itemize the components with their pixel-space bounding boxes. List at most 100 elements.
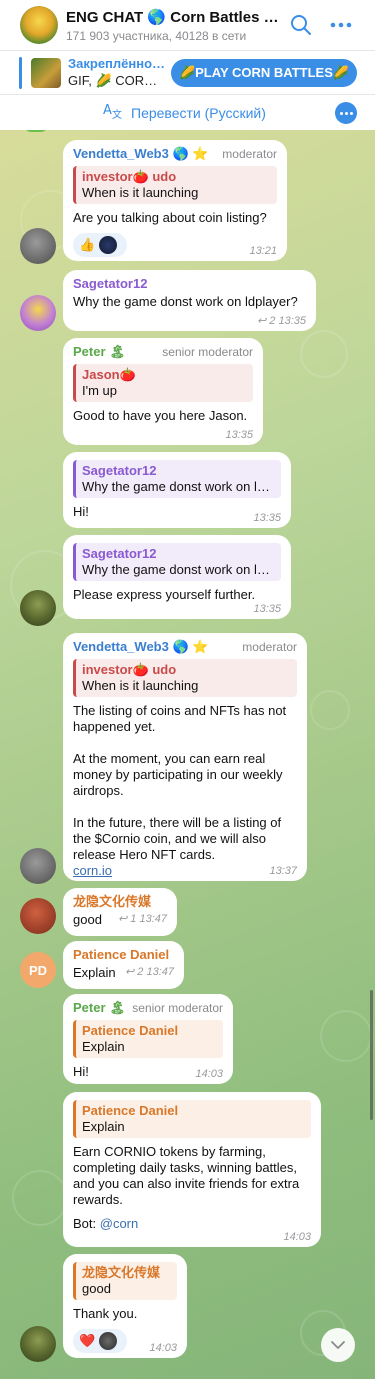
translate-bar[interactable]: A文 Перевести (Русский) bbox=[0, 94, 375, 130]
reaction-chip[interactable]: 👍 bbox=[73, 233, 127, 257]
reply-quote[interactable]: investor🍅 udo When is it launching bbox=[73, 659, 297, 697]
sender-role: senior moderator bbox=[132, 1001, 223, 1015]
message-bubble[interactable]: Patience Daniel Explain ↩ 2 13:47 bbox=[63, 941, 184, 989]
message-sender[interactable]: Patience Daniel bbox=[73, 947, 174, 963]
avatar[interactable] bbox=[20, 590, 56, 626]
reply-quote[interactable]: Patience Daniel Explain bbox=[73, 1100, 311, 1138]
reply-count-icon: ↩ bbox=[125, 966, 138, 978]
chat-avatar[interactable] bbox=[20, 6, 58, 44]
message-time: 14:03 bbox=[149, 1342, 177, 1354]
message-sender[interactable]: 龙隐文化传媒 bbox=[73, 894, 167, 910]
message-time: 13:35 bbox=[278, 315, 306, 327]
message-time: 14:03 bbox=[195, 1068, 223, 1080]
pinned-title: Закреплённое сообщение bbox=[68, 56, 166, 71]
reply-text: When is it launching bbox=[82, 678, 199, 693]
message-time: 13:47 bbox=[139, 913, 167, 925]
bot-label: Bot: bbox=[73, 1216, 100, 1231]
message-sender[interactable]: Sagetator12 bbox=[73, 276, 306, 292]
scroll-down-button[interactable] bbox=[321, 1328, 355, 1362]
avatar[interactable] bbox=[20, 848, 56, 884]
reply-quote[interactable]: Patience Daniel Explain bbox=[73, 1020, 223, 1058]
pinned-message[interactable]: Закреплённое сообщение GIF, 🌽 CORN BATTL… bbox=[0, 50, 375, 94]
message-time: 13:21 bbox=[249, 245, 277, 257]
translate-label: Перевести (Русский) bbox=[131, 104, 266, 121]
message-meta[interactable]: ↩ 1 13:47 bbox=[118, 912, 167, 925]
message-bubble[interactable]: Sagetator12 Why the game donst work on l… bbox=[63, 452, 291, 528]
reply-text: When is it launching bbox=[82, 185, 199, 200]
pinned-body: GIF, 🌽 CORN BATTLES bbox=[68, 73, 166, 88]
message-time: 13:35 bbox=[225, 429, 253, 441]
chat-title-block[interactable]: ENG CHAT 🌎 Corn Battles Channel 171 903 … bbox=[66, 8, 281, 43]
svg-text:文: 文 bbox=[112, 108, 122, 119]
chat-header: ENG CHAT 🌎 Corn Battles Channel 171 903 … bbox=[0, 0, 375, 50]
search-icon[interactable] bbox=[281, 5, 321, 45]
message-meta[interactable]: ↩ 2 13:35 bbox=[257, 314, 306, 327]
message-text: Please express yourself further. bbox=[73, 587, 256, 602]
message-text: Thank you. bbox=[73, 1306, 138, 1321]
message-bubble[interactable]: Sagetator12 Why the game donst work on l… bbox=[63, 535, 291, 619]
reply-count: 1 bbox=[130, 913, 137, 925]
message-paragraph: In the future, there will be a listing o… bbox=[73, 815, 282, 862]
reply-text: I'm up bbox=[82, 383, 117, 398]
reply-quote[interactable]: Sagetator12 Why the game donst work on l… bbox=[73, 543, 281, 581]
chat-title: ENG CHAT 🌎 Corn Battles Channel bbox=[66, 8, 281, 26]
message-bubble[interactable]: 龙隐文化传媒 good ↩ 1 13:47 bbox=[63, 888, 177, 936]
reply-quote[interactable]: investor🍅 udo When is it launching bbox=[73, 166, 277, 204]
avatar[interactable] bbox=[20, 1326, 56, 1362]
chat-subtitle: 171 903 участника, 40128 в сети bbox=[66, 28, 247, 43]
reply-name: Patience Daniel bbox=[82, 1103, 179, 1118]
sender-role: senior moderator bbox=[162, 345, 253, 359]
pinned-thumbnail bbox=[31, 57, 61, 88]
reply-quote[interactable]: Jason🍅 I'm up bbox=[73, 364, 253, 402]
avatar[interactable] bbox=[20, 228, 56, 264]
message-paragraph: The listing of coins and NFTs has not ha… bbox=[73, 703, 287, 734]
message-bubble[interactable]: Peter 🏝 senior moderator Patience Daniel… bbox=[63, 994, 233, 1084]
reply-quote[interactable]: Sagetator12 Why the game donst work on l… bbox=[73, 460, 281, 498]
sender-role: moderator bbox=[242, 640, 297, 654]
avatar[interactable] bbox=[20, 898, 56, 934]
sender-role: moderator bbox=[222, 147, 277, 161]
message-time: 13:35 bbox=[253, 603, 281, 615]
message-bubble[interactable]: Vendetta_Web3 🌎 ⭐ moderator investor🍅 ud… bbox=[63, 140, 287, 261]
chat-area[interactable]: Vendetta_Web3 🌎 ⭐ moderator investor🍅 ud… bbox=[0, 130, 375, 1379]
avatar-partial bbox=[22, 130, 50, 132]
reply-text: good bbox=[82, 1281, 111, 1296]
reply-text: Explain bbox=[82, 1039, 125, 1054]
play-corn-battles-button[interactable]: 🌽PLAY CORN BATTLES🌽 bbox=[171, 59, 357, 87]
thumbs-up-icon: 👍 bbox=[79, 237, 96, 252]
reply-text: Why the game donst work on ldplayer? bbox=[82, 562, 275, 577]
translate-options-icon[interactable] bbox=[335, 102, 357, 124]
reply-name: Sagetator12 bbox=[82, 463, 157, 478]
message-text: Are you talking about coin listing? bbox=[73, 210, 267, 225]
chevron-down-icon bbox=[331, 1341, 345, 1349]
avatar[interactable] bbox=[20, 295, 56, 331]
message-text: Good to have you here Jason. bbox=[73, 408, 248, 423]
bot-mention-link[interactable]: @corn bbox=[100, 1216, 139, 1231]
message-time: 13:47 bbox=[146, 966, 174, 978]
scrollbar[interactable] bbox=[370, 990, 373, 1120]
message-meta[interactable]: ↩ 2 13:47 bbox=[125, 965, 174, 978]
reply-quote[interactable]: 龙隐文化传媒 good bbox=[73, 1262, 177, 1300]
reactions: 👍 bbox=[73, 233, 277, 257]
more-icon[interactable] bbox=[321, 5, 361, 45]
message-text: The listing of coins and NFTs has not ha… bbox=[73, 703, 297, 879]
reply-count: 2 bbox=[269, 315, 276, 327]
message-bubble[interactable]: Patience Daniel Explain Earn CORNIO toke… bbox=[63, 1092, 321, 1247]
message-bubble[interactable]: Sagetator12 Why the game donst work on l… bbox=[63, 270, 316, 331]
reaction-avatar bbox=[99, 236, 118, 254]
reply-name: investor🍅 udo bbox=[82, 169, 177, 184]
reply-count-icon: ↩ bbox=[257, 315, 270, 327]
reaction-chip[interactable]: ❤️ bbox=[73, 1329, 127, 1353]
message-text: Why the game donst work on ldplayer? bbox=[73, 294, 298, 309]
reply-name: Patience Daniel bbox=[82, 1023, 179, 1038]
message-link[interactable]: corn.io bbox=[73, 863, 112, 878]
reply-name: 龙隐文化传媒 bbox=[82, 1265, 161, 1280]
message-time: 13:37 bbox=[269, 865, 297, 877]
heart-icon: ❤️ bbox=[79, 1333, 96, 1348]
reaction-avatar bbox=[99, 1332, 118, 1350]
message-bubble[interactable]: Vendetta_Web3 🌎 ⭐ moderator investor🍅 ud… bbox=[63, 633, 307, 881]
avatar[interactable]: PD bbox=[20, 952, 56, 988]
reply-text: Why the game donst work on ldplayer? bbox=[82, 479, 275, 494]
message-bubble[interactable]: Peter 🏝 senior moderator Jason🍅 I'm up G… bbox=[63, 338, 263, 445]
message-bubble[interactable]: 龙隐文化传媒 good Thank you. ❤️ 14:03 bbox=[63, 1254, 187, 1358]
